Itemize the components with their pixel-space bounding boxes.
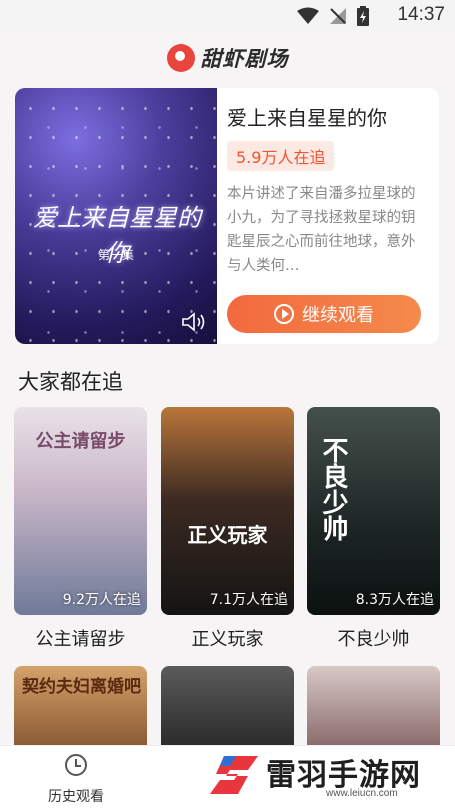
featured-drama-card[interactable]: 爱上来自星星的你 第一集 爱上来自星星的你 5.9万人在追 本片讲述了来自潘多拉… bbox=[15, 88, 439, 344]
featured-poster[interactable]: 爱上来自星星的你 第一集 bbox=[15, 88, 217, 344]
drama-poster-partial[interactable] bbox=[161, 666, 294, 746]
drama-viewers: 7.1万人在追 bbox=[209, 592, 288, 608]
continue-watching-label: 继续观看 bbox=[302, 305, 374, 326]
drama-poster[interactable]: 不良少帅 8.3万人在追 bbox=[307, 407, 440, 615]
shrimp-logo-icon bbox=[166, 44, 195, 72]
nav-history-tab[interactable]: 历史观看 bbox=[40, 754, 112, 806]
watermark-url: www.leiucn.com bbox=[326, 788, 398, 799]
poster-text: 契约夫妇离婚吧 bbox=[22, 677, 141, 697]
drama-card[interactable]: 公主请留步 9.2万人在追 公主请留步 bbox=[14, 407, 147, 651]
drama-poster[interactable]: 正义玩家 7.1万人在追 bbox=[161, 407, 294, 615]
poster-text: 公主请留步 bbox=[35, 431, 126, 452]
status-bar: 14:37 bbox=[0, 0, 455, 30]
section-title: 大家都在追 bbox=[18, 370, 123, 394]
battery-icon bbox=[357, 6, 369, 26]
watermark: 雷羽手游网 www.leiucn.com bbox=[208, 748, 448, 804]
featured-title: 爱上来自星星的你 bbox=[227, 106, 387, 130]
continue-watching-button[interactable]: 继续观看 bbox=[227, 295, 421, 333]
drama-poster-partial[interactable]: 契约夫妇离婚吧 bbox=[14, 666, 147, 746]
app-header: 甜虾剧场 bbox=[0, 30, 455, 86]
drama-card[interactable]: 不良少帅 8.3万人在追 不良少帅 bbox=[307, 407, 440, 651]
drama-name: 正义玩家 bbox=[191, 629, 264, 650]
wifi-icon bbox=[297, 7, 319, 24]
nav-history-label: 历史观看 bbox=[48, 789, 104, 805]
drama-viewers: 9.2万人在追 bbox=[62, 592, 141, 608]
volume-icon[interactable] bbox=[181, 312, 207, 332]
no-signal-icon bbox=[330, 8, 346, 24]
featured-info: 爱上来自星星的你 5.9万人在追 本片讲述了来自潘多拉星球的小九，为了寻找拯救星… bbox=[227, 88, 439, 344]
play-icon bbox=[274, 304, 294, 324]
viewer-count-badge: 5.9万人在追 bbox=[227, 141, 335, 171]
drama-card[interactable]: 正义玩家 7.1万人在追 正义玩家 bbox=[161, 407, 294, 651]
poster-text: 不良少帅 bbox=[318, 437, 348, 541]
poster-text: 正义玩家 bbox=[187, 523, 268, 547]
status-time: 14:37 bbox=[397, 4, 445, 25]
drama-poster-partial[interactable] bbox=[307, 666, 440, 746]
drama-name: 公主请留步 bbox=[35, 629, 126, 650]
app-title: 甜虾剧场 bbox=[200, 47, 289, 71]
drama-viewers: 8.3万人在追 bbox=[355, 592, 434, 608]
drama-name: 不良少帅 bbox=[337, 629, 410, 650]
clock-icon bbox=[65, 754, 87, 776]
watermark-logo-icon bbox=[210, 756, 258, 794]
featured-description: 本片讲述了来自潘多拉星球的小九，为了寻找拯救星球的钥匙星辰之心而前往地球，意外与… bbox=[227, 186, 416, 274]
drama-poster[interactable]: 公主请留步 9.2万人在追 bbox=[14, 407, 147, 615]
status-icons bbox=[297, 6, 369, 26]
poster-episode: 第一集 bbox=[97, 248, 134, 262]
